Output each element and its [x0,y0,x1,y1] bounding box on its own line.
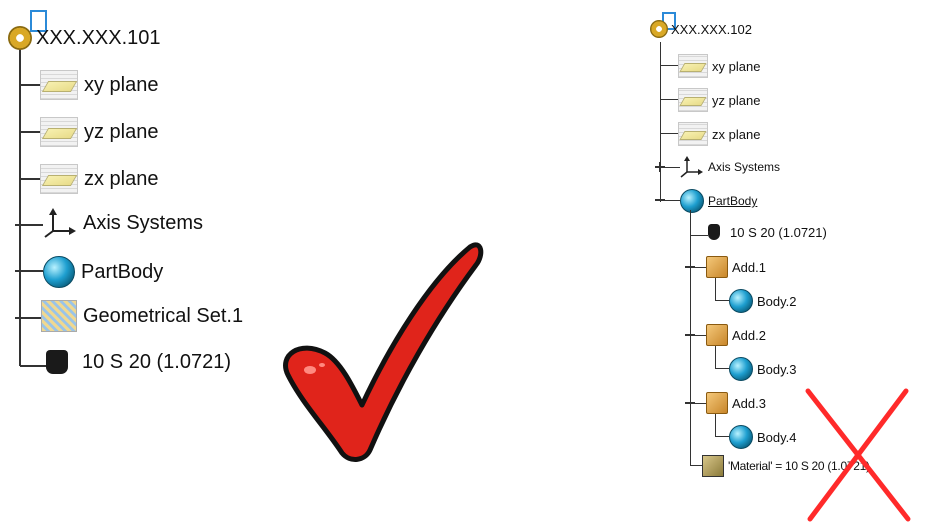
expand-icon[interactable] [15,266,25,276]
item-label: Add.1 [732,259,766,275]
tree-root-101[interactable]: XXX.XXX.101 [8,26,161,50]
material-box-icon [702,455,724,477]
tree-item-add-1[interactable]: Add.1 [706,256,766,278]
collapse-icon[interactable] [685,262,695,272]
item-label: Body.2 [757,293,797,309]
material-icon [708,224,720,240]
item-label: yz plane [712,92,761,108]
part-body-icon [43,256,75,288]
axis-system-icon [680,156,703,178]
item-label: 10 S 20 (1.0721) [730,224,827,240]
item-label: xy plane [84,73,159,96]
item-label: Body.3 [757,361,797,377]
plane-icon [678,122,708,146]
plane-icon [40,70,78,100]
item-label: Geometrical Set.1 [83,304,244,327]
item-label: Add.3 [732,395,766,411]
item-label: PartBody [81,260,164,283]
item-label: 10 S 20 (1.0721) [82,350,231,373]
body-icon [729,425,753,449]
tree-item-material[interactable]: 10 S 20 (1.0721) [46,350,231,374]
geometrical-set-icon [41,300,77,332]
item-label: xy plane [712,58,761,74]
material-icon [46,350,68,374]
part-body-icon [680,189,704,213]
body-icon [729,357,753,381]
gear-icon [8,26,32,50]
root-label: XXX.XXX.102 [671,21,752,37]
cross-mark-icon [805,388,911,522]
collapse-icon[interactable] [655,195,665,205]
item-label: zx plane [84,167,159,190]
add-operation-icon [706,256,728,278]
root-label: XXX.XXX.101 [36,26,161,49]
add-operation-icon [706,392,728,414]
expand-icon[interactable] [655,162,665,172]
item-label: Body.4 [757,429,797,445]
axis-system-icon [44,208,76,238]
body-icon [729,289,753,313]
collapse-icon[interactable] [685,398,695,408]
item-label: Axis Systems [708,160,781,174]
collapse-icon[interactable] [685,330,695,340]
tree-item-material[interactable]: 10 S 20 (1.0721) [708,224,827,240]
tree-item-add-3[interactable]: Add.3 [706,392,766,414]
plane-icon [678,88,708,112]
add-operation-icon [706,324,728,346]
tree-item-geometrical-set[interactable]: Geometrical Set.1 [41,300,243,332]
item-label: PartBody [708,194,758,208]
plane-icon [40,164,78,194]
tree-root-102[interactable]: XXX.XXX.102 [650,20,752,38]
gear-icon [650,20,668,38]
tree-item-zx-plane[interactable]: zx plane [40,164,159,194]
tree-item-partbody[interactable]: PartBody [680,189,757,213]
tree-item-xy-plane[interactable]: xy plane [40,70,159,100]
tree-item-body-2[interactable]: Body.2 [729,289,797,313]
tree-item-body-3[interactable]: Body.3 [729,357,797,381]
tree-item-axis-systems[interactable]: Axis Systems [680,155,780,179]
tree-item-xy-plane[interactable]: xy plane [678,54,760,78]
tree-item-add-2[interactable]: Add.2 [706,324,766,346]
item-label: Axis Systems [83,211,204,234]
tree-item-yz-plane[interactable]: yz plane [678,88,760,112]
item-label: Add.2 [732,327,766,343]
plane-icon [40,117,78,147]
tree-item-zx-plane[interactable]: zx plane [678,122,760,146]
item-label: yz plane [84,120,159,143]
tree-item-yz-plane[interactable]: yz plane [40,117,159,147]
checkmark-icon [283,242,484,462]
plane-icon [678,54,708,78]
item-label: zx plane [712,126,761,142]
expand-icon[interactable] [15,313,25,323]
expand-icon[interactable] [15,220,25,230]
tree-item-axis-systems[interactable]: Axis Systems [43,207,203,239]
tree-item-body-4[interactable]: Body.4 [729,425,797,449]
tree-item-partbody[interactable]: PartBody [43,256,163,288]
